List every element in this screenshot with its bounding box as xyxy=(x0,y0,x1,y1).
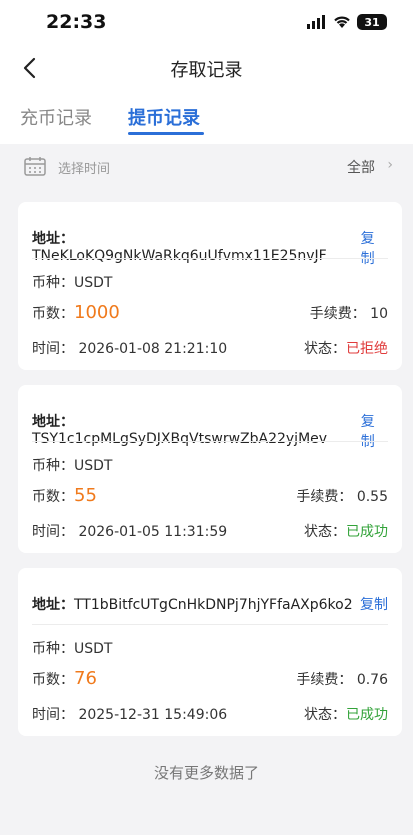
amount-row: 币数：1000 手续费： 10 xyxy=(32,302,388,323)
status-icons: 31 xyxy=(307,13,387,31)
time-label: 时间： xyxy=(32,341,74,357)
copy-button[interactable]: 复制 xyxy=(361,228,388,268)
address-label: 地址： xyxy=(32,414,74,430)
amount-row: 币数：76 手续费： 0.76 xyxy=(32,668,388,689)
amount-row: 币数：55 手续费： 0.55 xyxy=(32,485,388,506)
copy-button[interactable]: 复制 xyxy=(361,411,388,451)
status-badge: 已成功 xyxy=(346,524,388,540)
time-value: 2026-01-08 21:21:10 xyxy=(78,341,228,357)
status-label: 状态： xyxy=(304,341,346,357)
tab-withdraw-records[interactable]: 提币记录 xyxy=(128,104,200,130)
time-value: 2025-12-31 15:49:06 xyxy=(78,707,228,723)
fee-value: 0.55 xyxy=(356,489,388,505)
address-value: TT1bBitfcUTgCnHkDNPj7hjYFfaAXp6ko2 xyxy=(74,597,353,613)
amount-value: 55 xyxy=(74,485,97,506)
address-row: 地址：TT1bBitfcUTgCnHkDNPj7hjYFfaAXp6ko2 复制 xyxy=(32,594,388,614)
time-value: 2026-01-05 11:31:59 xyxy=(78,524,228,540)
time-filter[interactable]: 选择时间 全部 › xyxy=(0,146,413,188)
coin-value: USDT xyxy=(74,458,113,474)
divider xyxy=(32,258,388,259)
select-time-label[interactable]: 选择时间 xyxy=(58,158,110,177)
amount-value: 1000 xyxy=(74,302,120,323)
record-card: 地址：TT1bBitfcUTgCnHkDNPj7hjYFfaAXp6ko2 复制… xyxy=(18,568,402,736)
coin-row: 币种：USDT xyxy=(32,455,388,475)
status-label: 状态： xyxy=(304,707,346,723)
address-row: 地址：TNeKLoKQ9gNkWaRkq6uUfvmx11E25nvJF 复制 xyxy=(32,228,388,268)
status-badge: 已拒绝 xyxy=(346,341,388,357)
time-row: 时间： 2026-01-08 21:21:10 状态：已拒绝 xyxy=(32,338,388,358)
record-card: 地址：TNeKLoKQ9gNkWaRkq6uUfvmx11E25nvJF 复制 … xyxy=(18,202,402,370)
time-label: 时间： xyxy=(32,524,74,540)
address-row: 地址：TSY1c1cpMLgSyDJXBqVtswrwZbA22yjMev 复制 xyxy=(32,411,388,451)
coin-label: 币种： xyxy=(32,275,74,291)
fee-value: 0.76 xyxy=(356,672,388,688)
address-label: 地址： xyxy=(32,231,74,247)
amount-label: 币数： xyxy=(32,672,74,688)
divider xyxy=(32,624,388,625)
coin-label: 币种： xyxy=(32,641,74,657)
page-title: 存取记录 xyxy=(170,60,243,81)
tab-deposit-records[interactable]: 充币记录 xyxy=(20,104,92,130)
no-more-data-text: 没有更多数据了 xyxy=(153,764,259,782)
time-label: 时间： xyxy=(32,707,74,723)
filter-value[interactable]: 全部 xyxy=(347,157,375,177)
wifi-icon xyxy=(334,16,350,28)
amount-value: 76 xyxy=(74,668,97,689)
address-value: TSY1c1cpMLgSyDJXBqVtswrwZbA22yjMev xyxy=(32,431,328,447)
status-bar: 22:33 31 xyxy=(0,0,413,44)
coin-value: USDT xyxy=(74,275,113,291)
fee-value: 10 xyxy=(370,306,388,322)
address-value: TNeKLoKQ9gNkWaRkq6uUfvmx11E25nvJF xyxy=(32,248,327,264)
battery-icon: 31 xyxy=(357,14,387,30)
status-label: 状态： xyxy=(304,524,346,540)
amount-label: 币数： xyxy=(32,306,74,322)
tab-bar: 充币记录 提币记录 xyxy=(0,92,413,144)
copy-button[interactable]: 复制 xyxy=(360,594,388,614)
amount-label: 币数： xyxy=(32,489,74,505)
fee-label: 手续费： xyxy=(296,672,353,688)
status-badge: 已成功 xyxy=(346,707,388,723)
address-label: 地址： xyxy=(32,597,74,613)
divider xyxy=(32,441,388,442)
active-tab-indicator xyxy=(128,132,204,135)
fee-label: 手续费： xyxy=(296,489,353,505)
nav-bar: 存取记录 xyxy=(0,44,413,92)
time-row: 时间： 2025-12-31 15:49:06 状态：已成功 xyxy=(32,704,388,724)
signal-icon xyxy=(307,15,325,29)
chevron-right-icon: › xyxy=(387,157,393,173)
coin-label: 币种： xyxy=(32,458,74,474)
coin-value: USDT xyxy=(74,641,113,657)
status-time: 22:33 xyxy=(46,11,107,33)
fee-label: 手续费： xyxy=(309,306,366,322)
time-row: 时间： 2026-01-05 11:31:59 状态：已成功 xyxy=(32,521,388,541)
coin-row: 币种：USDT xyxy=(32,272,388,292)
calendar-icon xyxy=(24,157,46,176)
record-card: 地址：TSY1c1cpMLgSyDJXBqVtswrwZbA22yjMev 复制… xyxy=(18,385,402,553)
coin-row: 币种：USDT xyxy=(32,638,388,658)
